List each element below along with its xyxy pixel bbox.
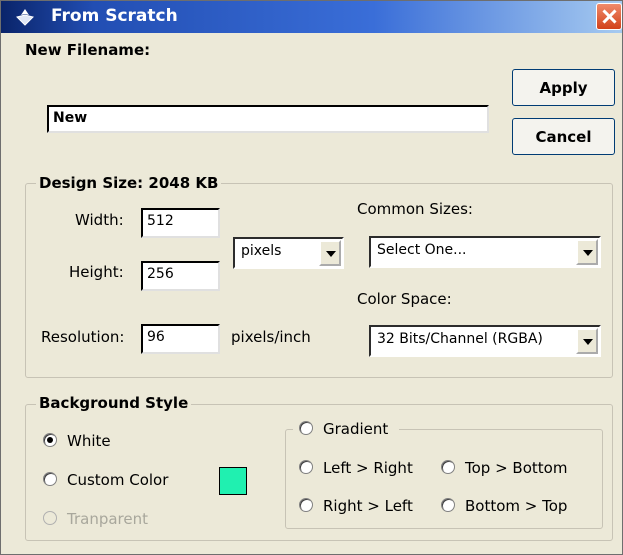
apply-button[interactable]: Apply <box>512 69 615 106</box>
bottom-top-label: Bottom > Top <box>465 497 568 515</box>
unit-select-value: pixels <box>241 243 282 259</box>
title-bar[interactable]: From Scratch <box>1 1 622 33</box>
right-left-radio[interactable] <box>299 498 313 512</box>
resolution-input[interactable]: 96 <box>141 324 220 354</box>
common-sizes-value: Select One... <box>377 242 467 258</box>
from-scratch-dialog: From Scratch New Filename: New Apply Can… <box>0 0 623 555</box>
design-size-title: Design Size: 2048 KB <box>36 174 222 192</box>
resolution-unit: pixels/inch <box>231 328 311 346</box>
right-left-label: Right > Left <box>323 497 413 515</box>
gradient-radio[interactable] <box>299 421 313 435</box>
chevron-down-icon[interactable] <box>576 239 598 265</box>
white-label: White <box>67 432 111 450</box>
color-space-label: Color Space: <box>357 290 452 308</box>
common-sizes-label: Common Sizes: <box>357 200 473 218</box>
custom-color-label: Custom Color <box>67 471 169 489</box>
unit-select[interactable]: pixels <box>233 237 344 269</box>
chevron-down-icon[interactable] <box>576 328 598 354</box>
height-input[interactable]: 256 <box>141 261 220 291</box>
white-radio[interactable] <box>43 433 57 447</box>
height-label: Height: <box>69 263 124 281</box>
custom-color-swatch[interactable] <box>219 467 247 495</box>
top-bottom-label: Top > Bottom <box>465 459 568 477</box>
width-label: Width: <box>75 211 124 229</box>
custom-color-radio[interactable] <box>43 472 57 486</box>
color-space-select[interactable]: 32 Bits/Channel (RGBA) <box>369 325 601 357</box>
common-sizes-select[interactable]: Select One... <box>369 236 601 268</box>
window-title: From Scratch <box>51 6 178 26</box>
bottom-top-radio[interactable] <box>441 498 455 512</box>
background-style-title: Background Style <box>36 394 192 412</box>
left-right-radio[interactable] <box>299 460 313 474</box>
top-bottom-radio[interactable] <box>441 460 455 474</box>
gradient-label: Gradient <box>323 420 389 438</box>
filename-label: New Filename: <box>25 41 151 59</box>
resolution-label: Resolution: <box>41 328 125 346</box>
app-icon <box>16 9 34 26</box>
cancel-button[interactable]: Cancel <box>512 118 615 155</box>
transparent-radio <box>43 511 57 525</box>
color-space-value: 32 Bits/Channel (RGBA) <box>377 331 543 347</box>
transparent-label: Tranparent <box>67 510 148 528</box>
close-icon[interactable] <box>596 3 622 30</box>
filename-input[interactable]: New <box>47 105 489 133</box>
width-input[interactable]: 512 <box>141 208 220 238</box>
left-right-label: Left > Right <box>323 459 413 477</box>
chevron-down-icon[interactable] <box>319 240 341 266</box>
